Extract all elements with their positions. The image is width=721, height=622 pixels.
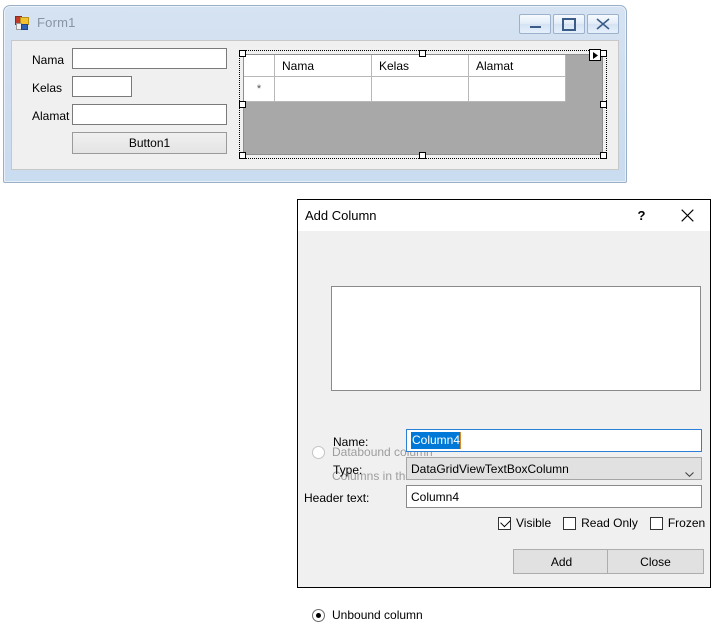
label-kelas: Kelas xyxy=(32,81,63,95)
close-button[interactable] xyxy=(587,14,619,34)
cell-kelas[interactable] xyxy=(372,77,469,102)
name-input[interactable]: Column4 xyxy=(406,429,702,452)
textbox-kelas[interactable] xyxy=(72,76,132,97)
type-combobox-value: DataGridViewTextBoxColumn xyxy=(411,461,569,476)
label-unbound-column: Unbound column xyxy=(332,608,423,622)
close-icon xyxy=(681,209,694,222)
label-type: Type: xyxy=(333,463,363,477)
name-input-value: Column4 xyxy=(411,432,462,449)
column-header-nama[interactable]: Nama xyxy=(275,55,372,77)
form1-titlebar[interactable]: Form1 xyxy=(4,6,626,40)
label-nama: Nama xyxy=(32,53,65,67)
radio-dot xyxy=(316,613,321,618)
resize-handle-ne[interactable] xyxy=(600,50,607,57)
winforms-icon xyxy=(15,16,30,31)
resize-handle-sw[interactable] xyxy=(239,152,246,159)
cell-nama[interactable] xyxy=(275,77,372,102)
label-header-text: Header text: xyxy=(304,491,370,505)
datagridview-header-row: Nama Kelas Alamat xyxy=(244,55,602,77)
datagridview[interactable]: Nama Kelas Alamat * xyxy=(243,54,603,155)
type-combobox[interactable]: DataGridViewTextBoxColumn xyxy=(406,457,702,480)
close-icon xyxy=(588,15,618,33)
resize-handle-n[interactable] xyxy=(419,50,426,57)
form1-title: Form1 xyxy=(37,15,76,30)
triangle-right-icon xyxy=(592,51,598,59)
form1-window[interactable]: Form1 Nama Kelas Alamat Button1 Nama Kel… xyxy=(3,5,627,183)
minimize-icon xyxy=(520,15,550,33)
label-visible: Visible xyxy=(516,516,552,530)
check-icon xyxy=(500,516,511,527)
close-dialog-button[interactable]: Close xyxy=(607,549,704,574)
add-column-dialog[interactable]: Add Column ? Databound column Columns in… xyxy=(297,199,711,622)
datasource-columns-listbox[interactable] xyxy=(331,286,701,391)
button1[interactable]: Button1 xyxy=(72,132,227,154)
datagridview-new-row[interactable]: * xyxy=(244,77,602,102)
button1-label: Button1 xyxy=(128,136,171,150)
resize-handle-w[interactable] xyxy=(239,101,246,108)
textbox-nama[interactable] xyxy=(72,48,227,69)
column-header-kelas[interactable]: Kelas xyxy=(372,55,469,77)
checkbox-visible[interactable] xyxy=(498,516,511,530)
row-header-new-record[interactable]: * xyxy=(244,77,275,102)
label-read-only: Read Only xyxy=(581,516,638,530)
help-button[interactable]: ? xyxy=(619,200,664,231)
column-header-alamat[interactable]: Alamat xyxy=(469,55,566,77)
header-corner-cell[interactable] xyxy=(244,55,275,77)
checkbox-read-only[interactable] xyxy=(563,516,577,530)
resize-handle-nw[interactable] xyxy=(239,50,246,57)
maximize-icon xyxy=(554,15,584,33)
dialog-titlebar[interactable]: Add Column ? xyxy=(298,200,710,231)
dialog-close-button[interactable] xyxy=(665,200,710,231)
minimize-button[interactable] xyxy=(519,14,551,34)
maximize-button[interactable] xyxy=(553,14,585,34)
label-frozen: Frozen xyxy=(667,516,706,530)
radio-databound-column[interactable] xyxy=(312,446,325,459)
cell-alamat[interactable] xyxy=(469,77,566,102)
datagridview-selection-wrapper[interactable]: Nama Kelas Alamat * xyxy=(239,49,607,159)
header-text-value: Column4 xyxy=(411,489,460,504)
label-alamat: Alamat xyxy=(32,109,70,123)
dialog-title: Add Column xyxy=(305,208,377,223)
textbox-alamat[interactable] xyxy=(72,104,227,125)
resize-handle-se[interactable] xyxy=(600,152,607,159)
chevron-down-icon xyxy=(685,466,694,477)
label-name: Name: xyxy=(333,435,369,449)
radio-unbound-column[interactable] xyxy=(312,609,325,622)
header-text-input[interactable]: Column4 xyxy=(406,485,702,508)
resize-handle-s[interactable] xyxy=(419,152,426,159)
resize-handle-e[interactable] xyxy=(600,101,607,108)
add-button[interactable]: Add xyxy=(513,549,610,574)
checkbox-frozen[interactable] xyxy=(649,516,663,530)
